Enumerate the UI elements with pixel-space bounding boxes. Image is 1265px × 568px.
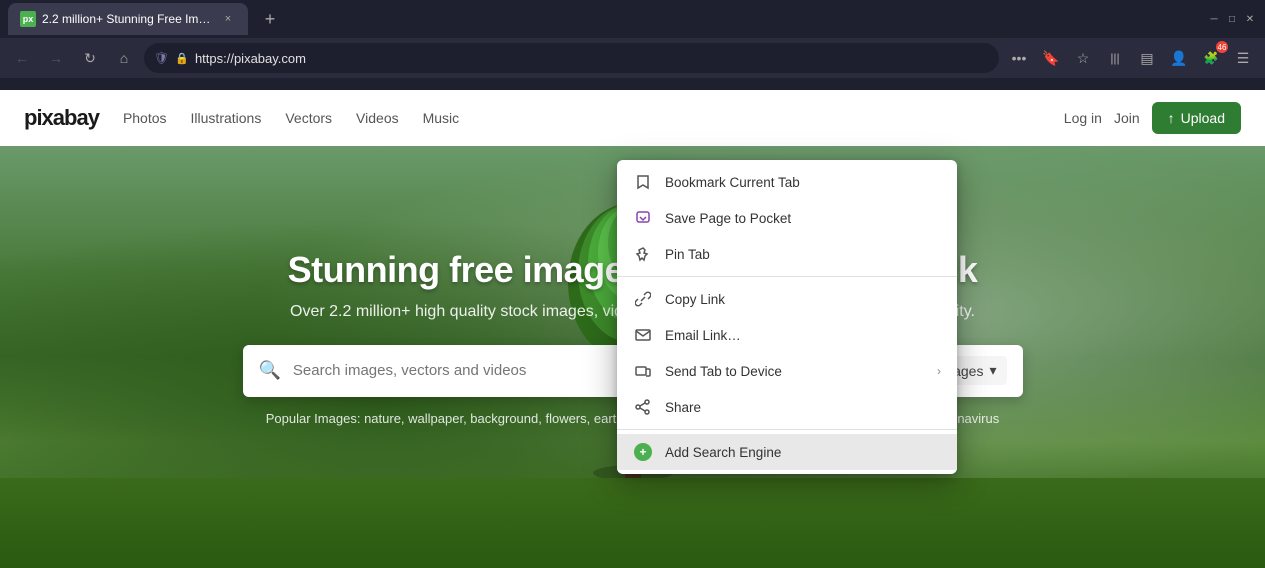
nav-vectors[interactable]: Vectors bbox=[285, 110, 332, 126]
hamburger-icon: ☰ bbox=[1237, 50, 1250, 67]
tab-close-button[interactable]: × bbox=[220, 11, 236, 27]
account-button[interactable]: 👤 bbox=[1165, 44, 1193, 72]
menu-item-add-search-label: Add Search Engine bbox=[665, 445, 941, 460]
nav-right: Log in Join ↑ Upload bbox=[1064, 102, 1241, 134]
home-button[interactable]: ⌂ bbox=[110, 44, 138, 72]
context-menu: Bookmark Current Tab Save Page to Pocket… bbox=[617, 160, 957, 474]
menu-item-email-label: Email Link… bbox=[665, 328, 941, 343]
more-icon: ••• bbox=[1012, 50, 1027, 66]
close-window-button[interactable]: ✕ bbox=[1243, 12, 1257, 26]
login-button[interactable]: Log in bbox=[1064, 110, 1102, 126]
menu-item-pin-label: Pin Tab bbox=[665, 247, 941, 262]
nav-photos[interactable]: Photos bbox=[123, 110, 167, 126]
menu-item-pocket-label: Save Page to Pocket bbox=[665, 211, 941, 226]
back-button[interactable]: ← bbox=[8, 44, 36, 72]
menu-item-bookmark[interactable]: Bookmark Current Tab bbox=[617, 164, 957, 200]
send-icon bbox=[633, 361, 653, 381]
extensions-badge: 46 bbox=[1216, 41, 1228, 53]
submenu-arrow-icon: › bbox=[937, 364, 941, 378]
pocket-button[interactable]: 🔖 bbox=[1037, 44, 1065, 72]
upload-button[interactable]: ↑ Upload bbox=[1152, 102, 1241, 134]
more-button[interactable]: ••• bbox=[1005, 44, 1033, 72]
pin-icon bbox=[633, 244, 653, 264]
pocket-menu-icon bbox=[633, 208, 653, 228]
address-bar[interactable]: 🛡 🔒 https://pixabay.com bbox=[144, 43, 999, 73]
history-icon: ||| bbox=[1110, 51, 1119, 65]
reload-button[interactable]: ↻ bbox=[76, 44, 104, 72]
browser-tab[interactable]: px 2.2 million+ Stunning Free Ima... × bbox=[8, 3, 248, 35]
toolbar-actions: ••• 🔖 ☆ ||| ▤ 👤 🧩 46 ☰ bbox=[1005, 44, 1257, 72]
minimize-button[interactable]: ─ bbox=[1207, 12, 1221, 26]
menu-item-share-label: Share bbox=[665, 400, 941, 415]
nav-music[interactable]: Music bbox=[423, 110, 460, 126]
chevron-down-icon: ▾ bbox=[989, 362, 996, 379]
site-nav: pixabay Photos Illustrations Vectors Vid… bbox=[0, 90, 1265, 146]
nav-videos[interactable]: Videos bbox=[356, 110, 399, 126]
add-search-icon: + bbox=[633, 442, 653, 462]
join-button[interactable]: Join bbox=[1114, 110, 1140, 126]
menu-item-email-link[interactable]: Email Link… bbox=[617, 317, 957, 353]
reader-mode-button[interactable]: ▤ bbox=[1133, 44, 1161, 72]
shield-icon: 🛡 bbox=[154, 51, 169, 65]
menu-divider-2 bbox=[617, 429, 957, 430]
hero-grass bbox=[0, 478, 1265, 568]
star-icon: ☆ bbox=[1077, 50, 1090, 67]
browser-chrome: px 2.2 million+ Stunning Free Ima... × +… bbox=[0, 0, 1265, 90]
forward-button[interactable]: → bbox=[42, 44, 70, 72]
menu-item-add-search[interactable]: + Add Search Engine bbox=[617, 434, 957, 470]
pocket-icon: 🔖 bbox=[1042, 50, 1059, 67]
menu-item-pocket[interactable]: Save Page to Pocket bbox=[617, 200, 957, 236]
email-icon bbox=[633, 325, 653, 345]
account-icon: 👤 bbox=[1170, 50, 1187, 67]
puzzle-icon: 🧩 bbox=[1204, 51, 1219, 65]
hamburger-menu-button[interactable]: ☰ bbox=[1229, 44, 1257, 72]
menu-item-send-tab-label: Send Tab to Device bbox=[665, 364, 925, 379]
maximize-button[interactable]: □ bbox=[1225, 12, 1239, 26]
url-text: https://pixabay.com bbox=[195, 51, 989, 66]
menu-item-copy-link[interactable]: Copy Link bbox=[617, 281, 957, 317]
title-bar: px 2.2 million+ Stunning Free Ima... × +… bbox=[0, 0, 1265, 38]
history-button[interactable]: ||| bbox=[1101, 44, 1129, 72]
menu-divider-1 bbox=[617, 276, 957, 277]
browser-toolbar: ← → ↻ ⌂ 🛡 🔒 https://pixabay.com ••• 🔖 ☆ … bbox=[0, 38, 1265, 78]
website-content: pixabay Photos Illustrations Vectors Vid… bbox=[0, 90, 1265, 568]
extensions-button[interactable]: 🧩 46 bbox=[1197, 44, 1225, 72]
menu-item-bookmark-label: Bookmark Current Tab bbox=[665, 175, 941, 190]
bookmarks-button[interactable]: ☆ bbox=[1069, 44, 1097, 72]
tab-favicon: px bbox=[20, 11, 36, 27]
upload-icon: ↑ bbox=[1168, 110, 1175, 126]
popular-label: Popular Images: bbox=[266, 411, 361, 426]
site-logo[interactable]: pixabay bbox=[24, 105, 99, 131]
share-icon bbox=[633, 397, 653, 417]
menu-item-copy-link-label: Copy Link bbox=[665, 292, 941, 307]
reader-icon: ▤ bbox=[1140, 50, 1153, 67]
new-tab-button[interactable]: + bbox=[256, 5, 284, 33]
search-icon: 🔍 bbox=[259, 360, 281, 381]
tab-title: 2.2 million+ Stunning Free Ima... bbox=[42, 12, 214, 26]
bookmark-icon bbox=[633, 172, 653, 192]
lock-icon: 🔒 bbox=[175, 52, 189, 65]
link-icon bbox=[633, 289, 653, 309]
nav-illustrations[interactable]: Illustrations bbox=[191, 110, 262, 126]
menu-item-share[interactable]: Share bbox=[617, 389, 957, 425]
menu-item-send-tab[interactable]: Send Tab to Device › bbox=[617, 353, 957, 389]
menu-item-pin[interactable]: Pin Tab bbox=[617, 236, 957, 272]
nav-links: Photos Illustrations Vectors Videos Musi… bbox=[123, 110, 459, 126]
